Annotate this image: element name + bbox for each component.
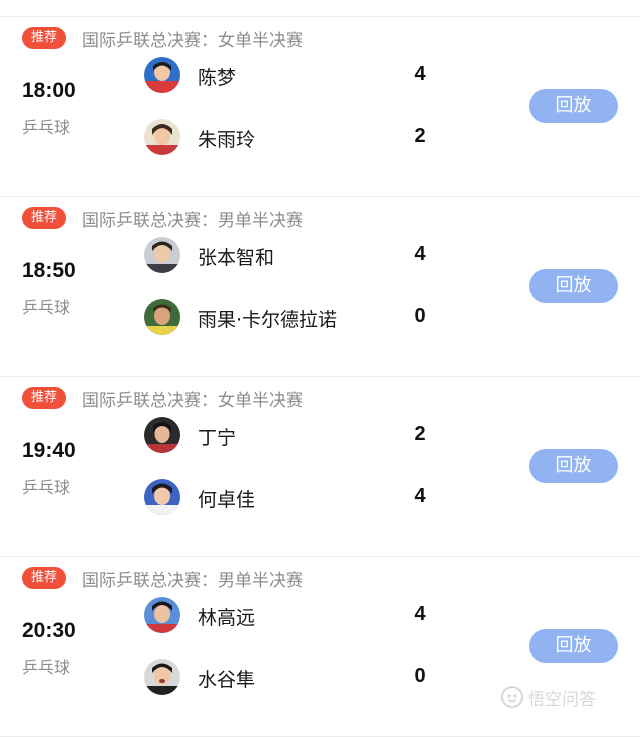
watermark-text: 悟空问答 [528, 689, 596, 710]
player-row[interactable]: 雨果·卡尔德拉诺 0 [144, 299, 444, 339]
sport-label: 乒乓球 [22, 298, 71, 317]
player-avatar-icon [144, 57, 180, 93]
player-name: 张本智和 [198, 247, 275, 269]
sport-label: 乒乓球 [22, 118, 71, 137]
player-name: 水谷隼 [198, 669, 256, 691]
match-time: 20:30 [22, 619, 76, 642]
player-avatar-icon [144, 237, 180, 273]
player-row[interactable]: 陈梦 4 [144, 57, 444, 97]
player-score: 0 [414, 305, 426, 327]
replay-button[interactable]: 回放 [529, 89, 618, 123]
recommend-badge: 推荐 [22, 387, 66, 409]
player-row[interactable]: 何卓佳 4 [144, 479, 444, 519]
match-card[interactable]: 推荐 国际乒联总决赛：女单半决赛 18:00 乒乓球 陈梦 4 朱雨玲 2 回放 [0, 17, 640, 197]
player-score: 4 [414, 63, 426, 85]
player-row[interactable]: 林高远 4 [144, 597, 444, 637]
wukong-logo-icon [500, 685, 524, 709]
player-avatar-icon [144, 479, 180, 515]
match-card[interactable]: 推荐 国际乒联总决赛：女单半决赛 19:40 乒乓球 丁宁 2 何卓佳 4 回放 [0, 377, 640, 557]
player-score: 4 [414, 603, 426, 625]
match-time: 19:40 [22, 439, 76, 462]
event-title: 国际乒联总决赛：男单半决赛 [82, 571, 303, 591]
recommend-badge: 推荐 [22, 567, 66, 589]
player-score: 2 [414, 423, 426, 445]
player-avatar-icon [144, 299, 180, 335]
player-score: 2 [414, 125, 426, 147]
replay-button[interactable]: 回放 [529, 449, 618, 483]
recommend-badge: 推荐 [22, 27, 66, 49]
recommend-badge: 推荐 [22, 207, 66, 229]
list-top-edge [0, 0, 640, 17]
replay-button[interactable]: 回放 [529, 269, 618, 303]
player-score: 0 [414, 665, 426, 687]
player-row[interactable]: 朱雨玲 2 [144, 119, 444, 159]
player-row[interactable]: 张本智和 4 [144, 237, 444, 277]
match-card[interactable]: 推荐 国际乒联总决赛：男单半决赛 18:50 乒乓球 张本智和 4 雨果·卡尔德… [0, 197, 640, 377]
watermark: 悟空问答 [500, 684, 596, 710]
player-name: 雨果·卡尔德拉诺 [198, 309, 338, 331]
match-time: 18:50 [22, 259, 76, 282]
player-score: 4 [414, 243, 426, 265]
match-time: 18:00 [22, 79, 76, 102]
player-name: 林高远 [198, 607, 256, 629]
sport-label: 乒乓球 [22, 658, 71, 677]
event-title: 国际乒联总决赛：男单半决赛 [82, 211, 303, 231]
player-row[interactable]: 丁宁 2 [144, 417, 444, 457]
player-name: 朱雨玲 [198, 129, 256, 151]
player-score: 4 [414, 485, 426, 507]
event-title: 国际乒联总决赛：女单半决赛 [82, 31, 303, 51]
replay-button[interactable]: 回放 [529, 629, 618, 663]
player-name: 陈梦 [198, 67, 237, 89]
player-name: 丁宁 [198, 427, 237, 449]
player-row[interactable]: 水谷隼 0 [144, 659, 444, 699]
player-avatar-icon [144, 417, 180, 453]
player-name: 何卓佳 [198, 489, 256, 511]
sport-label: 乒乓球 [22, 478, 71, 497]
player-avatar-icon [144, 119, 180, 155]
match-card[interactable]: 推荐 国际乒联总决赛：男单半决赛 20:30 乒乓球 林高远 4 水谷隼 0 回… [0, 557, 640, 737]
player-avatar-icon [144, 659, 180, 695]
event-title: 国际乒联总决赛：女单半决赛 [82, 391, 303, 411]
player-avatar-icon [144, 597, 180, 633]
